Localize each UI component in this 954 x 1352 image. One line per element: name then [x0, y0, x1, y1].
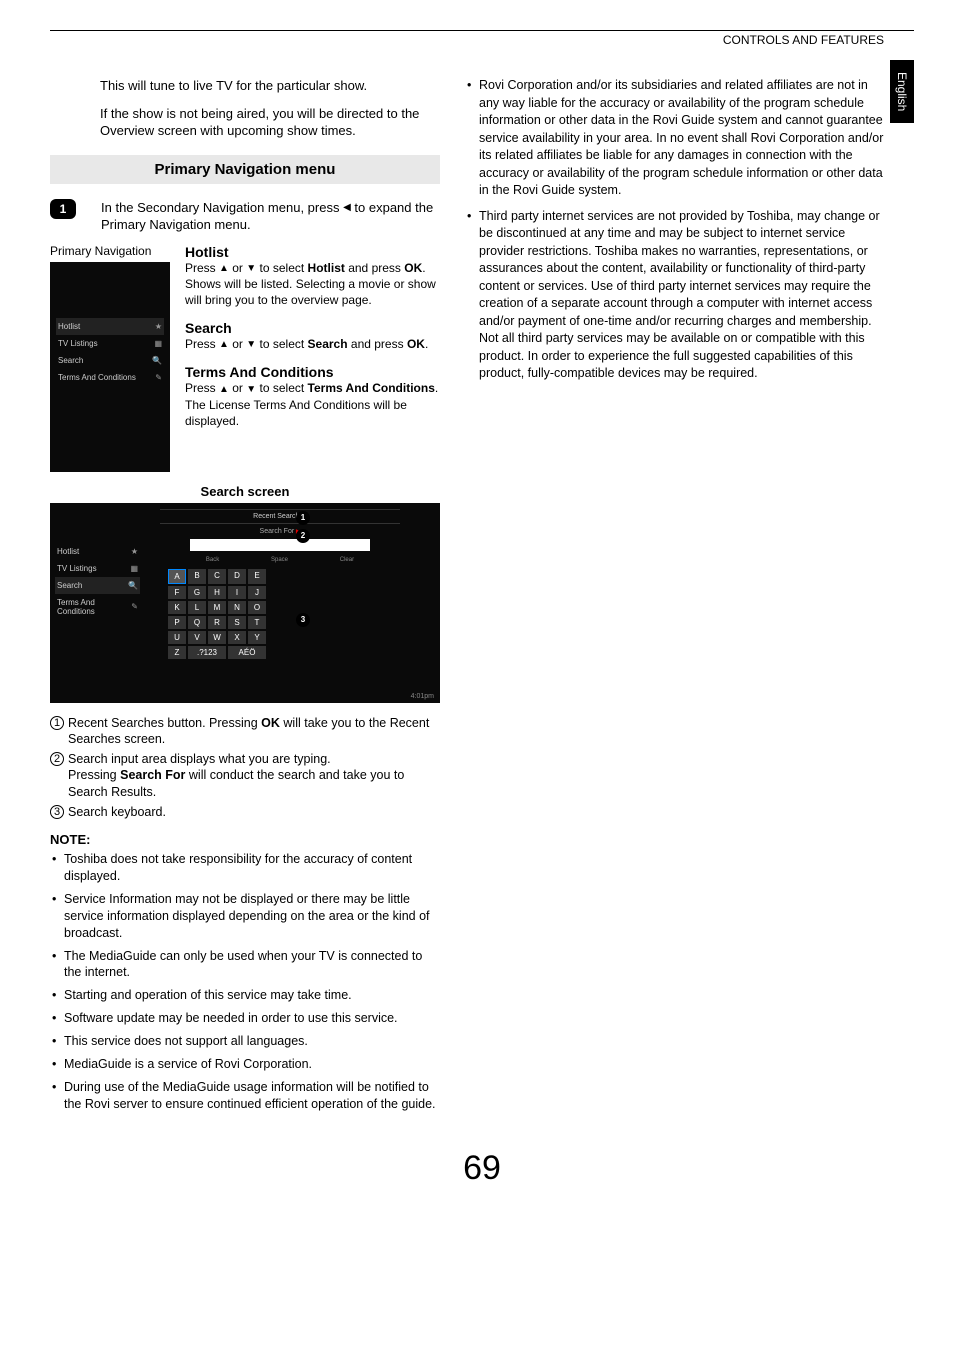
key: E [248, 569, 266, 584]
desc-hotlist: Hotlist Press ▲ or ▼ to select Hotlist a… [185, 244, 440, 309]
language-tab: English [890, 60, 914, 123]
key: C [208, 569, 226, 584]
list-item: The MediaGuide can only be used when you… [50, 948, 440, 982]
desc-search: Search Press ▲ or ▼ to select Search and… [185, 320, 440, 352]
search-icon: 🔍 [152, 356, 162, 365]
up-arrow-icon: ▲ [219, 338, 229, 352]
up-arrow-icon: ▲ [219, 383, 229, 397]
search-callout-list: 1 Recent Searches button. Pressing OK wi… [50, 715, 440, 821]
search-for-row: Search For [160, 524, 400, 539]
grid-icon: ▦ [154, 339, 162, 348]
list-item: MediaGuide is a service of Rovi Corporat… [50, 1056, 440, 1073]
key: U [168, 631, 186, 644]
step-1: 1 In the Secondary Navigation menu, pres… [50, 199, 440, 234]
nav-caption: Primary Navigation [50, 244, 170, 258]
key: K [168, 601, 186, 614]
nav-item-hotlist: Hotlist★ [56, 318, 164, 335]
key: .?123 [188, 646, 226, 659]
up-arrow-icon: ▲ [219, 262, 229, 276]
note-heading: NOTE: [50, 832, 440, 847]
key: M [208, 601, 226, 614]
key: Q [188, 616, 206, 629]
section-heading-primary-nav: Primary Navigation menu [50, 155, 440, 184]
list-item: Rovi Corporation and/or its subsidiaries… [465, 77, 889, 200]
note-list: Toshiba does not take responsibility for… [50, 851, 440, 1112]
key: S [228, 616, 246, 629]
down-arrow-icon: ▼ [246, 338, 256, 352]
key: AÉÖ [228, 646, 266, 659]
sf-nav-search: Search🔍 [55, 577, 140, 594]
intro-block: This will tune to live TV for the partic… [100, 77, 440, 140]
step-1-text: In the Secondary Navigation menu, press … [88, 199, 440, 234]
key: N [228, 601, 246, 614]
star-icon: ★ [155, 322, 162, 331]
key: X [228, 631, 246, 644]
list-item: During use of the MediaGuide usage infor… [50, 1079, 440, 1113]
key: F [168, 586, 186, 599]
intro-p1: This will tune to live TV for the partic… [100, 77, 440, 95]
down-arrow-icon: ▼ [246, 262, 256, 276]
key: H [208, 586, 226, 599]
key: Z [168, 646, 186, 659]
step-badge: 1 [50, 199, 76, 219]
key: R [208, 616, 226, 629]
callout-1: 1 [296, 511, 310, 525]
key: B [188, 569, 206, 584]
clock: 4:01pm [411, 693, 434, 700]
grid-icon: ▦ [130, 564, 138, 573]
page-number: 69 [50, 1149, 914, 1188]
callout-2: 2 [296, 529, 310, 543]
desc-terms: Terms And Conditions Press ▲ or ▼ to sel… [185, 364, 440, 429]
list-item: Toshiba does not take responsibility for… [50, 851, 440, 885]
key: G [188, 586, 206, 599]
key: W [208, 631, 226, 644]
key: D [228, 569, 246, 584]
key: O [248, 601, 266, 614]
key: Y [248, 631, 266, 644]
left-arrow-icon: ◀ [343, 201, 351, 215]
recent-searches-row: Recent Searches [160, 509, 400, 524]
primary-nav-figure: Hotlist★ TV Listings▦ Search🔍 Terms And … [50, 262, 170, 472]
list-item: This service does not support all langua… [50, 1033, 440, 1050]
sf-nav-terms: Terms And Conditions✎ [55, 594, 140, 620]
callout-3: 3 [296, 613, 310, 627]
right-column-list: Rovi Corporation and/or its subsidiaries… [465, 77, 889, 383]
key: V [188, 631, 206, 644]
nav-item-search: Search🔍 [56, 352, 164, 369]
key: L [188, 601, 206, 614]
header-section: CONTROLS AND FEATURES [50, 33, 914, 47]
star-icon: ★ [131, 547, 138, 556]
key: T [248, 616, 266, 629]
doc-icon: ✎ [131, 602, 138, 611]
doc-icon: ✎ [155, 373, 162, 382]
sf-nav-hotlist: Hotlist★ [55, 543, 140, 560]
key: I [228, 586, 246, 599]
key: J [248, 586, 266, 599]
intro-p2: If the show is not being aired, you will… [100, 105, 440, 140]
search-input-box [190, 539, 370, 551]
list-item: 3 Search keyboard. [50, 804, 440, 820]
sf-nav-tv: TV Listings▦ [55, 560, 140, 577]
list-item: Starting and operation of this service m… [50, 987, 440, 1004]
list-item: Software update may be needed in order t… [50, 1010, 440, 1027]
search-screen-figure: Hotlist★ TV Listings▦ Search🔍 Terms And … [50, 503, 440, 703]
nav-item-terms: Terms And Conditions✎ [56, 369, 164, 386]
key: P [168, 616, 186, 629]
list-item: 2 Search input area displays what you ar… [50, 751, 440, 800]
key: A [168, 569, 186, 584]
down-arrow-icon: ▼ [246, 383, 256, 397]
search-keyboard: ABCDE FGHIJ KLMNO PQRST UVWXY Z.?123AÉÖ [160, 569, 400, 659]
kb-controls: Back Space Clear [160, 557, 400, 563]
list-item: Third party internet services are not pr… [465, 208, 889, 383]
search-screen-caption: Search screen [50, 484, 440, 499]
header-rule [50, 30, 914, 31]
search-icon: 🔍 [128, 581, 138, 590]
nav-item-tv: TV Listings▦ [56, 335, 164, 352]
list-item: 1 Recent Searches button. Pressing OK wi… [50, 715, 440, 748]
list-item: Service Information may not be displayed… [50, 891, 440, 942]
